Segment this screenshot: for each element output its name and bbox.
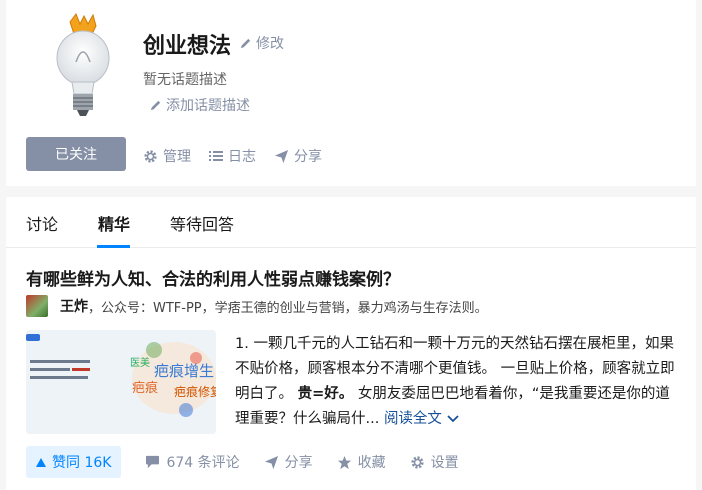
tab-waiting-answers[interactable]: 等待回答	[170, 211, 234, 235]
question-title[interactable]: 有哪些鲜为人知、合法的利用人性弱点赚钱案例？	[26, 265, 400, 290]
answer-thumbnail[interactable]: 疤痕增生 疤痕 疤痕修复 医美	[26, 330, 216, 434]
triangle-up-icon	[36, 457, 46, 467]
thumbnail-image: 疤痕增生 疤痕 疤痕修复 医美	[26, 330, 216, 434]
author-bio: ，公众号：WTF-PP，学痞王德的创业与营销，暴力鸡汤与生存法则。	[88, 300, 488, 316]
follow-button[interactable]: 已关注	[26, 137, 126, 171]
tab-discussion[interactable]: 讨论	[26, 211, 58, 235]
edit-label: 修改	[256, 36, 284, 52]
gear-icon	[144, 149, 157, 163]
chevron-down-icon	[446, 415, 459, 423]
share-topic-label: 分享	[294, 149, 322, 165]
favorite-label: 收藏	[357, 455, 386, 471]
manage-button[interactable]: 管理	[143, 146, 191, 166]
comments-button[interactable]: 674 条评论	[145, 452, 240, 472]
read-more-link[interactable]: 阅读全文	[384, 411, 459, 427]
comment-icon	[146, 455, 160, 469]
excerpt-bold: 贵=好。	[297, 386, 354, 402]
lightbulb-icon	[56, 12, 110, 116]
pencil-icon	[240, 38, 251, 48]
feed-card: 讨论 精华 等待回答 有哪些鲜为人知、合法的利用人性弱点赚钱案例？ 王炸 ，公众…	[6, 197, 696, 490]
pencil-icon	[150, 100, 161, 110]
list-icon	[209, 151, 223, 161]
topic-actions: 管理 日志 分享	[143, 146, 322, 166]
manage-label: 管理	[163, 149, 191, 165]
thumbnail-word: 疤痕增生	[154, 362, 214, 380]
settings-label: 设置	[430, 455, 459, 471]
topic-title: 创业想法	[143, 34, 232, 59]
paper-plane-icon	[274, 149, 289, 163]
upvote-button[interactable]: 赞同 16K	[26, 446, 122, 478]
read-more-label: 阅读全文	[383, 411, 442, 427]
tab-featured[interactable]: 精华	[98, 211, 130, 235]
topic-card: 创业想法 修改 暂无话题描述 添加话题描述 已关注 管理 日志 分享	[6, 0, 696, 186]
share-answer-label: 分享	[284, 455, 313, 471]
topic-avatar	[48, 12, 118, 120]
author-name[interactable]: 王炸	[60, 296, 88, 316]
add-description-label: 添加话题描述	[166, 98, 250, 114]
log-label: 日志	[228, 149, 256, 165]
answer-excerpt[interactable]: 1. 一颗几千元的人工钻石和一颗十万元的天然钻石摆在展柜里，如果不贴价格，顾客根…	[235, 332, 683, 432]
settings-button[interactable]: 设置	[410, 452, 459, 472]
comments-label: 674 条评论	[166, 455, 240, 471]
share-topic-button[interactable]: 分享	[274, 146, 322, 166]
thumbnail-word: 疤痕	[132, 380, 158, 396]
author-info: 王炸 ，公众号：WTF-PP，学痞王德的创业与营销，暴力鸡汤与生存法则。	[26, 294, 488, 318]
favorite-button[interactable]: 收藏	[337, 452, 386, 472]
edit-title-link[interactable]: 修改	[239, 33, 284, 53]
topic-description: 暂无话题描述	[143, 72, 227, 88]
thumbnail-word: 医美	[130, 356, 150, 369]
avatar[interactable]	[26, 295, 48, 317]
upvote-label: 赞同 16K	[52, 455, 112, 471]
share-answer-button[interactable]: 分享	[264, 452, 313, 472]
log-button[interactable]: 日志	[209, 146, 256, 166]
active-tab-indicator	[97, 245, 130, 248]
answer-actions: 赞同 16K 674 条评论 分享 收藏 设置	[26, 446, 483, 478]
star-icon	[337, 455, 351, 469]
add-description-link[interactable]: 添加话题描述	[149, 95, 250, 115]
gear-icon	[411, 455, 424, 469]
thumbnail-word: 疤痕修复	[174, 384, 216, 399]
paper-plane-icon	[264, 455, 278, 469]
topic-tabs: 讨论 精华 等待回答	[6, 197, 696, 248]
